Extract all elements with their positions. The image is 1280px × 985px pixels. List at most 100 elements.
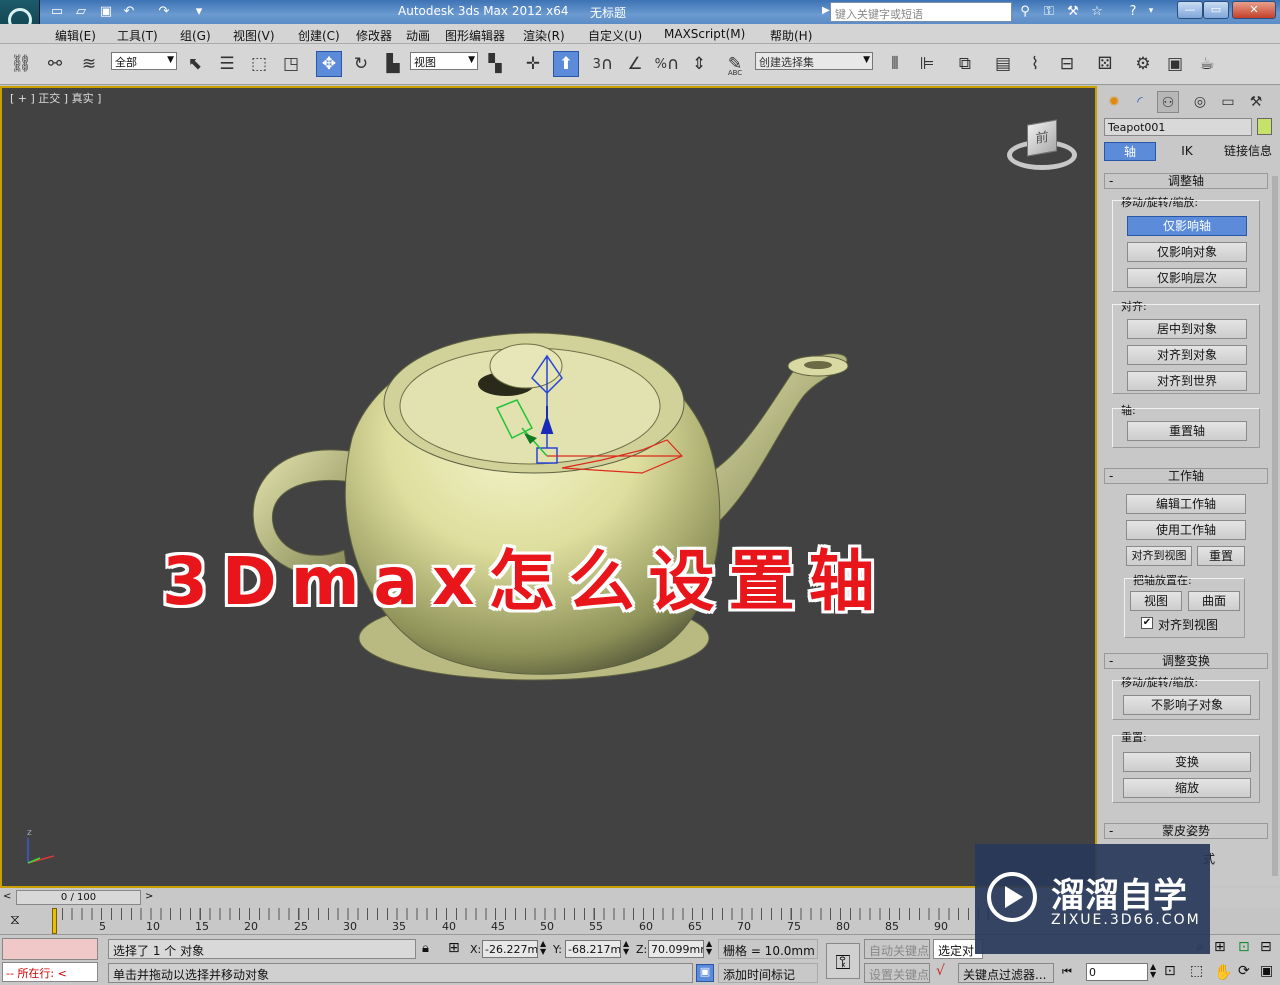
key-filter-icon[interactable]: √ bbox=[936, 963, 945, 979]
zoom-extents-icon[interactable]: ⊡ bbox=[1238, 939, 1250, 955]
adjust-pivot-rollout-header[interactable]: - 调整轴 bbox=[1104, 173, 1268, 189]
track-bar[interactable]: ⧖ 5 10 15 20 25 30 35 40 45 50 55 60 65 … bbox=[0, 908, 1000, 934]
object-color-swatch[interactable] bbox=[1257, 118, 1272, 135]
skin-pose-rollout-header[interactable]: - 蒙皮姿势 bbox=[1104, 823, 1268, 839]
binoculars-icon[interactable]: ⚲ bbox=[1016, 3, 1034, 20]
pivot-subtab[interactable]: 轴 bbox=[1104, 142, 1156, 161]
affect-object-only-button[interactable]: 仅影响对象 bbox=[1127, 242, 1247, 262]
menu-animation[interactable]: 动画 bbox=[406, 27, 430, 44]
edit-named-selection-icon[interactable]: ABC ✎ bbox=[722, 51, 748, 77]
working-pivot-rollout-header[interactable]: - 工作轴 bbox=[1104, 468, 1268, 484]
key-filters-button[interactable]: 关键点过滤器... bbox=[958, 963, 1054, 983]
menu-maxscript[interactable]: MAXScript(M) bbox=[664, 27, 745, 41]
dont-affect-children-button[interactable]: 不影响子对象 bbox=[1123, 695, 1251, 715]
menu-create[interactable]: 创建(C) bbox=[298, 27, 340, 44]
region-zoom-icon[interactable]: ⬚ bbox=[1190, 963, 1203, 979]
absolute-mode-icon[interactable]: ⊞ bbox=[448, 940, 460, 956]
motion-tab-icon[interactable]: ◎ bbox=[1189, 91, 1211, 113]
link-icon[interactable]: ⛓ bbox=[8, 51, 34, 77]
select-and-scale-icon[interactable]: ▙ bbox=[380, 51, 406, 77]
adjust-transform-rollout-header[interactable]: - 调整变换 bbox=[1104, 653, 1268, 669]
add-time-tag-button[interactable]: 添加时间标记 bbox=[718, 963, 818, 983]
select-and-rotate-icon[interactable]: ↻ bbox=[348, 51, 374, 77]
align-icon[interactable]: ⊫ bbox=[914, 51, 940, 77]
help-icon[interactable]: ? bbox=[1124, 3, 1142, 20]
material-editor-icon[interactable]: ⚄ bbox=[1092, 51, 1118, 77]
reset-scale-button[interactable]: 缩放 bbox=[1123, 778, 1251, 798]
x-coordinate-field[interactable]: -26.227mm bbox=[482, 940, 538, 958]
set-key-button[interactable]: 设置关键点 bbox=[864, 963, 930, 983]
running-line[interactable]: -- 所在行: < bbox=[2, 962, 98, 982]
frame-spinner-icon[interactable]: ▲ ▼ bbox=[1150, 963, 1156, 979]
new-file-icon[interactable]: ▭ bbox=[48, 3, 66, 20]
use-working-pivot-button[interactable]: 使用工作轴 bbox=[1126, 520, 1246, 540]
menu-help[interactable]: 帮助(H) bbox=[770, 27, 812, 44]
window-crossing-icon[interactable]: ◳ bbox=[278, 51, 304, 77]
open-file-icon[interactable]: ▱ bbox=[72, 3, 90, 20]
display-tab-icon[interactable]: ▭ bbox=[1217, 91, 1239, 113]
pan-icon[interactable]: ✋ bbox=[1214, 963, 1233, 981]
star-icon[interactable]: ☆ bbox=[1088, 3, 1106, 20]
reset-working-pivot-button[interactable]: 重置 bbox=[1197, 546, 1245, 566]
ik-subtab[interactable]: IK bbox=[1161, 142, 1213, 161]
center-to-object-button[interactable]: 居中到对象 bbox=[1127, 319, 1247, 339]
snaps-toggle-icon[interactable]: 3 ∩ bbox=[590, 51, 616, 77]
lock-selection-icon[interactable]: 🔒︎ bbox=[422, 941, 429, 956]
object-name-field[interactable]: Teapot001 bbox=[1104, 118, 1252, 136]
align-to-view-checkbox[interactable]: ✔ bbox=[1141, 617, 1153, 629]
link-info-subtab[interactable]: 链接信息 bbox=[1217, 142, 1279, 161]
teapot-object[interactable] bbox=[2, 88, 1095, 886]
keyboard-shortcut-override-icon[interactable]: ⬆ bbox=[553, 51, 579, 77]
modify-tab-icon[interactable]: ◜ bbox=[1129, 91, 1151, 113]
render-setup-icon[interactable]: ⚙ bbox=[1130, 51, 1156, 77]
time-slider-next-icon[interactable]: > bbox=[145, 891, 153, 902]
current-frame-marker[interactable] bbox=[52, 908, 57, 934]
time-config-icon[interactable]: ⊡ bbox=[1164, 963, 1176, 979]
select-object-icon[interactable]: ⬉ bbox=[182, 51, 208, 77]
menu-graph-editors[interactable]: 图形编辑器 bbox=[445, 27, 505, 44]
menu-views[interactable]: 视图(V) bbox=[233, 27, 275, 44]
select-and-manipulate-icon[interactable]: ✛ bbox=[520, 51, 546, 77]
curve-editor-icon[interactable]: ⌇ bbox=[1022, 51, 1048, 77]
search-expand-icon[interactable]: ▶ bbox=[822, 5, 830, 16]
z-coordinate-field[interactable]: 70.099mm bbox=[648, 940, 704, 958]
spinner-snap-icon[interactable]: ⇕ bbox=[686, 51, 712, 77]
save-file-icon[interactable]: ▣ bbox=[97, 3, 115, 20]
selection-filter-dropdown[interactable]: 全部 ▼ bbox=[111, 52, 177, 70]
edit-working-pivot-button[interactable]: 编辑工作轴 bbox=[1126, 494, 1246, 514]
tools-icon[interactable]: ⚒ bbox=[1064, 3, 1082, 20]
affect-pivot-only-button[interactable]: 仅影响轴 bbox=[1127, 216, 1247, 236]
undo-icon[interactable]: ↶ bbox=[120, 3, 138, 20]
time-tag-icon[interactable]: ▣ bbox=[696, 964, 714, 982]
curve-editor-mini-icon[interactable]: ⧖ bbox=[10, 912, 20, 928]
select-and-move-icon[interactable]: ✥ bbox=[316, 51, 342, 77]
hierarchy-tab-icon[interactable]: ⚇ bbox=[1157, 91, 1179, 113]
maximize-viewport-icon[interactable]: ▣ bbox=[1260, 963, 1273, 979]
percent-snap-icon[interactable]: % ∩ bbox=[654, 51, 680, 77]
time-slider[interactable]: 0 / 100 bbox=[16, 890, 141, 905]
panel-scrollbar[interactable] bbox=[1272, 176, 1278, 876]
rectangle-selection-icon[interactable]: ⬚ bbox=[246, 51, 272, 77]
schematic-view-icon[interactable]: ⊟ bbox=[1054, 51, 1080, 77]
orbit-icon[interactable]: ⟳ bbox=[1238, 963, 1250, 979]
align-to-object-button[interactable]: 对齐到对象 bbox=[1127, 345, 1247, 365]
maxscript-listener-mini[interactable] bbox=[2, 938, 98, 960]
zoom-extents-all-icon[interactable]: ⊟ bbox=[1260, 939, 1272, 955]
mirror-icon[interactable]: ⫴ bbox=[882, 51, 908, 77]
goto-start-icon[interactable]: ⏮ bbox=[1062, 965, 1072, 979]
menu-tools[interactable]: 工具(T) bbox=[117, 27, 158, 44]
x-spinner-icon[interactable]: ▲ ▼ bbox=[540, 940, 546, 956]
reset-pivot-button[interactable]: 重置轴 bbox=[1127, 421, 1247, 441]
reference-coord-dropdown[interactable]: 视图 ▼ bbox=[410, 52, 478, 70]
menu-group[interactable]: 组(G) bbox=[180, 27, 211, 44]
align-to-world-button[interactable]: 对齐到世界 bbox=[1127, 371, 1247, 391]
y-coordinate-field[interactable]: -68.217mm bbox=[565, 940, 621, 958]
layer-manager-icon[interactable]: ⧉ bbox=[952, 51, 978, 77]
set-key-icon[interactable]: ⚿ bbox=[826, 943, 860, 979]
render-teapot-icon[interactable]: ☕ bbox=[1194, 51, 1220, 77]
search-input[interactable]: 键入关键字或短语 bbox=[830, 2, 1012, 22]
named-selection-dropdown[interactable]: 创建选择集 ▼ bbox=[755, 52, 873, 70]
place-on-view-button[interactable]: 视图 bbox=[1130, 591, 1182, 611]
time-slider-prev-icon[interactable]: < bbox=[3, 891, 11, 902]
select-by-name-icon[interactable]: ☰ bbox=[214, 51, 240, 77]
